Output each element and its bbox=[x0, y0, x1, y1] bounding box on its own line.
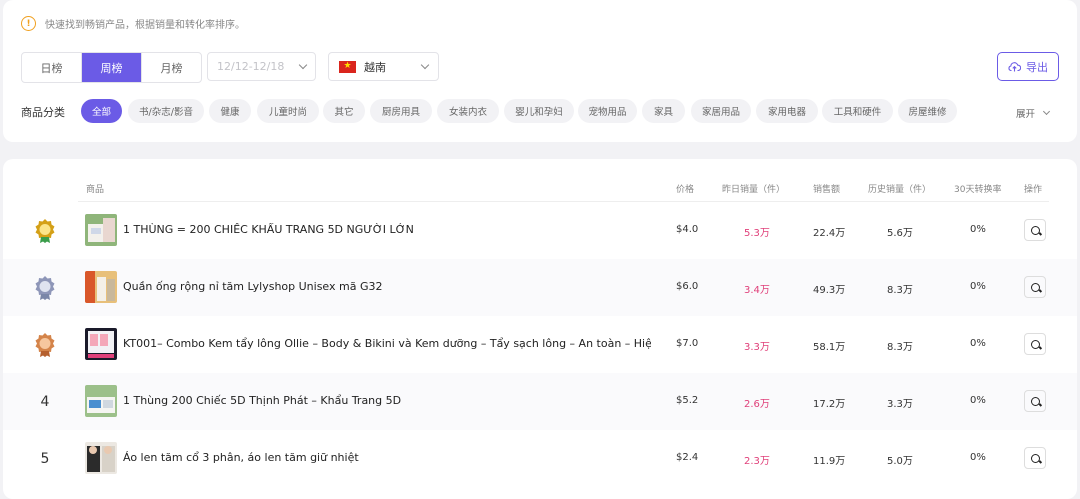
price: $6.0 bbox=[676, 281, 699, 292]
category-baby-maternity[interactable]: 婴儿和孕妇 bbox=[504, 99, 574, 123]
notice-text: 快速找到畅销产品，根据销量和转化率排序。 bbox=[45, 20, 245, 31]
conversion: 0% bbox=[970, 338, 986, 349]
filter-panel: ! 快速找到畅销产品，根据销量和转化率排序。 日榜 周榜 月榜 12/12-12… bbox=[3, 0, 1077, 142]
history-sales: 8.3万 bbox=[887, 285, 913, 296]
search-icon bbox=[1030, 396, 1040, 406]
search-icon bbox=[1030, 339, 1040, 349]
category-pet[interactable]: 宠物用品 bbox=[578, 99, 637, 123]
table-row[interactable]: 4 1 Thùng 200 Chiếc 5D Thịnh Phát – Khẩu… bbox=[3, 373, 1077, 430]
yesterday-sales: 2.6万 bbox=[744, 399, 770, 410]
period-tabs: 日榜 周榜 月榜 bbox=[21, 52, 202, 83]
gold-medal-icon bbox=[33, 216, 57, 246]
tab-daily[interactable]: 日榜 bbox=[22, 53, 82, 82]
category-womens-underwear[interactable]: 女装内衣 bbox=[437, 99, 499, 123]
chevron-down-icon bbox=[1042, 107, 1051, 116]
revenue: 11.9万 bbox=[813, 456, 846, 467]
category-all[interactable]: 全部 bbox=[81, 99, 122, 123]
product-name[interactable]: Quần ống rộng nỉ tăm Lylyshop Unisex mã … bbox=[123, 280, 651, 293]
rank-number: 4 bbox=[40, 394, 50, 410]
category-home[interactable]: 家居用品 bbox=[691, 99, 751, 123]
expand-label: 展开 bbox=[1016, 109, 1036, 120]
product-thumbnail[interactable] bbox=[85, 328, 117, 360]
product-name[interactable]: KT001– Combo Kem tẩy lông Ollie – Body &… bbox=[123, 337, 651, 350]
price: $4.0 bbox=[676, 224, 699, 235]
header-product: 商品 bbox=[86, 185, 105, 195]
product-name[interactable]: 1 Thùng 200 Chiếc 5D Thịnh Phát – Khẩu T… bbox=[123, 394, 651, 407]
search-button[interactable] bbox=[1024, 219, 1046, 241]
date-range-select[interactable]: 12/12-12/18 bbox=[207, 52, 316, 81]
country-select[interactable]: ★ 越南 bbox=[328, 52, 439, 81]
header-history-sales: 历史销量（件） bbox=[868, 185, 932, 195]
conversion: 0% bbox=[970, 395, 986, 406]
history-sales: 5.0万 bbox=[887, 456, 913, 467]
tab-monthly[interactable]: 月榜 bbox=[142, 53, 201, 82]
search-button[interactable] bbox=[1024, 276, 1046, 298]
category-home-repair[interactable]: 房屋维修 bbox=[898, 99, 957, 123]
history-sales: 3.3万 bbox=[887, 399, 913, 410]
search-icon bbox=[1030, 282, 1040, 292]
category-furniture[interactable]: 家具 bbox=[642, 99, 685, 123]
rank-number: 5 bbox=[40, 451, 50, 467]
chevron-down-icon bbox=[298, 60, 308, 70]
silver-medal-icon bbox=[33, 273, 57, 303]
table-row[interactable]: 5 Áo len tăm cổ 3 phân, áo len tăm giữ n… bbox=[3, 430, 1077, 487]
category-label: 商品分类 bbox=[21, 106, 65, 119]
category-kids-fashion[interactable]: 儿童时尚 bbox=[257, 99, 319, 123]
revenue: 17.2万 bbox=[813, 399, 846, 410]
revenue: 58.1万 bbox=[813, 342, 846, 353]
category-other[interactable]: 其它 bbox=[323, 99, 365, 123]
date-range-value: 12/12-12/18 bbox=[217, 60, 285, 73]
category-kitchen[interactable]: 厨房用具 bbox=[370, 99, 432, 123]
table-row[interactable]: 1 THÙNG = 200 CHIẾC KHẨU TRANG 5D NGƯỜI … bbox=[3, 202, 1077, 259]
search-icon bbox=[1030, 453, 1040, 463]
notice: ! 快速找到畅销产品，根据销量和转化率排序。 bbox=[21, 16, 245, 31]
table-row[interactable]: KT001– Combo Kem tẩy lông Ollie – Body &… bbox=[3, 316, 1077, 373]
search-button[interactable] bbox=[1024, 447, 1046, 469]
price: $7.0 bbox=[676, 338, 699, 349]
yesterday-sales: 3.3万 bbox=[744, 342, 770, 353]
revenue: 22.4万 bbox=[813, 228, 846, 239]
category-appliances[interactable]: 家用电器 bbox=[756, 99, 818, 123]
cloud-upload-icon bbox=[1008, 62, 1021, 72]
history-sales: 8.3万 bbox=[887, 342, 913, 353]
product-thumbnail[interactable] bbox=[85, 271, 117, 303]
category-books[interactable]: 书/杂志/影音 bbox=[128, 99, 204, 123]
product-thumbnail[interactable] bbox=[85, 385, 117, 417]
yesterday-sales: 3.4万 bbox=[744, 285, 770, 296]
conversion: 0% bbox=[970, 224, 986, 235]
ranking-table: 商品 价格 昨日销量（件） 销售额 历史销量（件） 30天转换率 操作 1 TH… bbox=[3, 159, 1077, 499]
history-sales: 5.6万 bbox=[887, 228, 913, 239]
category-health[interactable]: 健康 bbox=[209, 99, 251, 123]
header-revenue: 销售额 bbox=[813, 185, 841, 195]
export-button[interactable]: 导出 bbox=[997, 52, 1059, 81]
price: $5.2 bbox=[676, 395, 699, 406]
exclamation-circle-icon: ! bbox=[21, 16, 36, 31]
yesterday-sales: 5.3万 bbox=[744, 228, 770, 239]
tab-weekly[interactable]: 周榜 bbox=[82, 53, 142, 82]
vietnam-flag-icon: ★ bbox=[339, 60, 356, 73]
product-thumbnail[interactable] bbox=[85, 442, 117, 474]
header-yesterday-sales: 昨日销量（件） bbox=[722, 185, 786, 195]
product-name[interactable]: 1 THÙNG = 200 CHIẾC KHẨU TRANG 5D NGƯỜI … bbox=[123, 223, 651, 236]
category-tools[interactable]: 工具和硬件 bbox=[822, 99, 893, 123]
search-button[interactable] bbox=[1024, 390, 1046, 412]
product-thumbnail[interactable] bbox=[85, 214, 117, 246]
country-label: 越南 bbox=[364, 60, 386, 74]
chevron-down-icon bbox=[420, 60, 430, 70]
yesterday-sales: 2.3万 bbox=[744, 456, 770, 467]
conversion: 0% bbox=[970, 281, 986, 292]
header-action: 操作 bbox=[1024, 185, 1043, 195]
export-label: 导出 bbox=[1026, 60, 1048, 74]
search-button[interactable] bbox=[1024, 333, 1046, 355]
revenue: 49.3万 bbox=[813, 285, 846, 296]
header-price: 价格 bbox=[676, 185, 695, 195]
product-name[interactable]: Áo len tăm cổ 3 phân, áo len tăm giữ nhi… bbox=[123, 451, 651, 464]
table-row[interactable]: Quần ống rộng nỉ tăm Lylyshop Unisex mã … bbox=[3, 259, 1077, 316]
expand-button[interactable]: 展开 bbox=[1016, 106, 1051, 120]
conversion: 0% bbox=[970, 452, 986, 463]
price: $2.4 bbox=[676, 452, 699, 463]
header-conversion: 30天转换率 bbox=[954, 185, 1002, 195]
search-icon bbox=[1030, 225, 1040, 235]
bronze-medal-icon bbox=[33, 330, 57, 360]
